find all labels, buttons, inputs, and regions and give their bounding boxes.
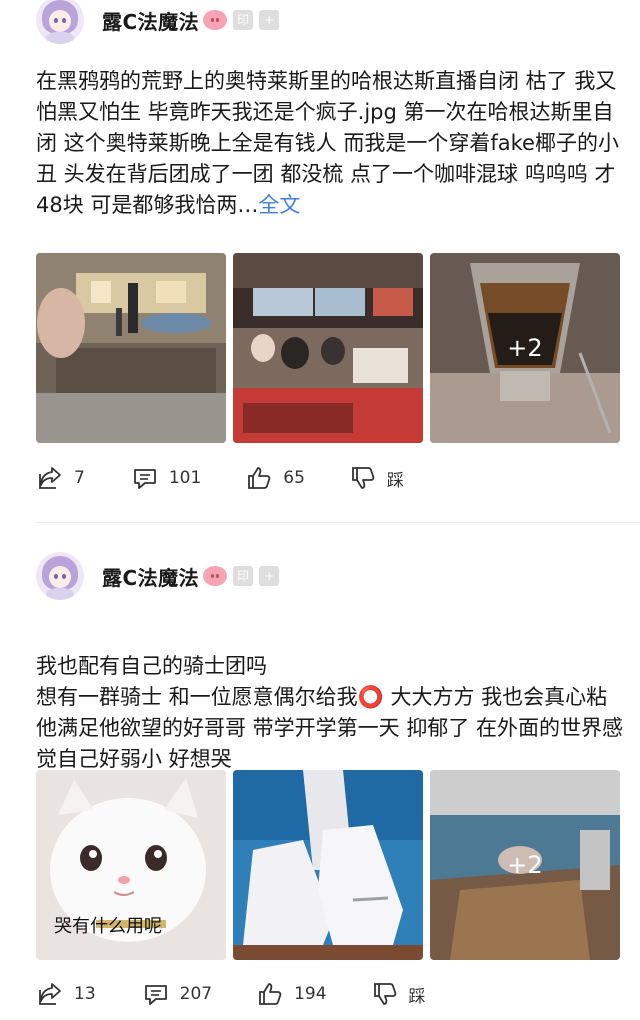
- more-images-count[interactable]: +2: [430, 253, 620, 443]
- comment-count: 207: [179, 984, 213, 1004]
- username[interactable]: 露C法魔法: [102, 562, 199, 591]
- post-image[interactable]: [233, 770, 423, 960]
- username[interactable]: 露C法魔法: [102, 6, 199, 35]
- thumbs-up-icon: [259, 983, 282, 1005]
- share-button[interactable]: 13: [36, 980, 96, 1008]
- comment-icon: [144, 985, 167, 1005]
- thumbs-down-icon: [352, 467, 375, 489]
- seal-badge: 印: [233, 10, 254, 30]
- image-caption: 哭有什么用呢: [54, 916, 162, 937]
- avatar[interactable]: [36, 552, 84, 600]
- post-image[interactable]: [36, 253, 226, 443]
- post-text: 我也配有自己的骑士团吗 想有一群骑士 和一位愿意偶尔给我⭕ 大大方方 我也会真心…: [36, 620, 626, 775]
- post-actions: 7 101 65 踩: [36, 464, 444, 492]
- share-icon: [39, 983, 61, 1005]
- more-images-count[interactable]: +2: [430, 770, 620, 960]
- post-header: 露C法魔法 印 +: [36, 548, 280, 604]
- image-gallery: +2: [36, 253, 620, 443]
- dislike-label: 踩: [408, 986, 426, 1007]
- avatar[interactable]: [36, 0, 84, 44]
- add-badge[interactable]: +: [259, 566, 280, 586]
- share-count: 13: [74, 984, 96, 1004]
- comment-button[interactable]: 207: [142, 980, 212, 1008]
- post-header: 露C法魔法 印 +: [36, 0, 280, 48]
- pig-emoji-icon: [203, 566, 228, 586]
- dislike-button[interactable]: 踩: [371, 980, 426, 1008]
- comment-button[interactable]: 101: [131, 464, 201, 492]
- share-icon: [39, 467, 61, 489]
- post-body: 在黑鸦鸦的荒野上的奥特莱斯里的哈根达斯直播自闭 枯了 我又怕黑又怕生 毕竟昨天我…: [36, 69, 619, 217]
- thumbs-down-icon: [373, 983, 396, 1005]
- expand-full-text-link[interactable]: 全文: [258, 193, 300, 217]
- post-image[interactable]: [233, 253, 423, 443]
- share-button[interactable]: 7: [36, 464, 85, 492]
- post-image[interactable]: +2: [430, 253, 620, 443]
- image-gallery: 哭有什么用呢 +2: [36, 770, 620, 960]
- comment-icon: [133, 469, 156, 489]
- like-button[interactable]: 194: [256, 980, 327, 1008]
- like-count: 65: [283, 468, 305, 488]
- pig-emoji-icon: [203, 10, 228, 30]
- post-image[interactable]: 哭有什么用呢: [36, 770, 226, 960]
- divider: [36, 522, 640, 523]
- post-image[interactable]: +2: [430, 770, 620, 960]
- comment-count: 101: [168, 468, 202, 488]
- like-count: 194: [294, 984, 327, 1004]
- share-count: 7: [74, 468, 85, 488]
- seal-badge: 印: [233, 566, 254, 586]
- dislike-button[interactable]: 踩: [349, 464, 404, 492]
- add-badge[interactable]: +: [259, 10, 280, 30]
- thumbs-up-icon: [248, 467, 271, 489]
- post-body: 我也配有自己的骑士团吗 想有一群骑士 和一位愿意偶尔给我⭕ 大大方方 我也会真心…: [36, 654, 624, 771]
- dislike-label: 踩: [386, 470, 404, 491]
- like-button[interactable]: 65: [245, 464, 305, 492]
- post-text: 在黑鸦鸦的荒野上的奥特莱斯里的哈根达斯直播自闭 枯了 我又怕黑又怕生 毕竟昨天我…: [36, 66, 626, 221]
- post-actions: 13 207 194 踩: [36, 980, 466, 1008]
